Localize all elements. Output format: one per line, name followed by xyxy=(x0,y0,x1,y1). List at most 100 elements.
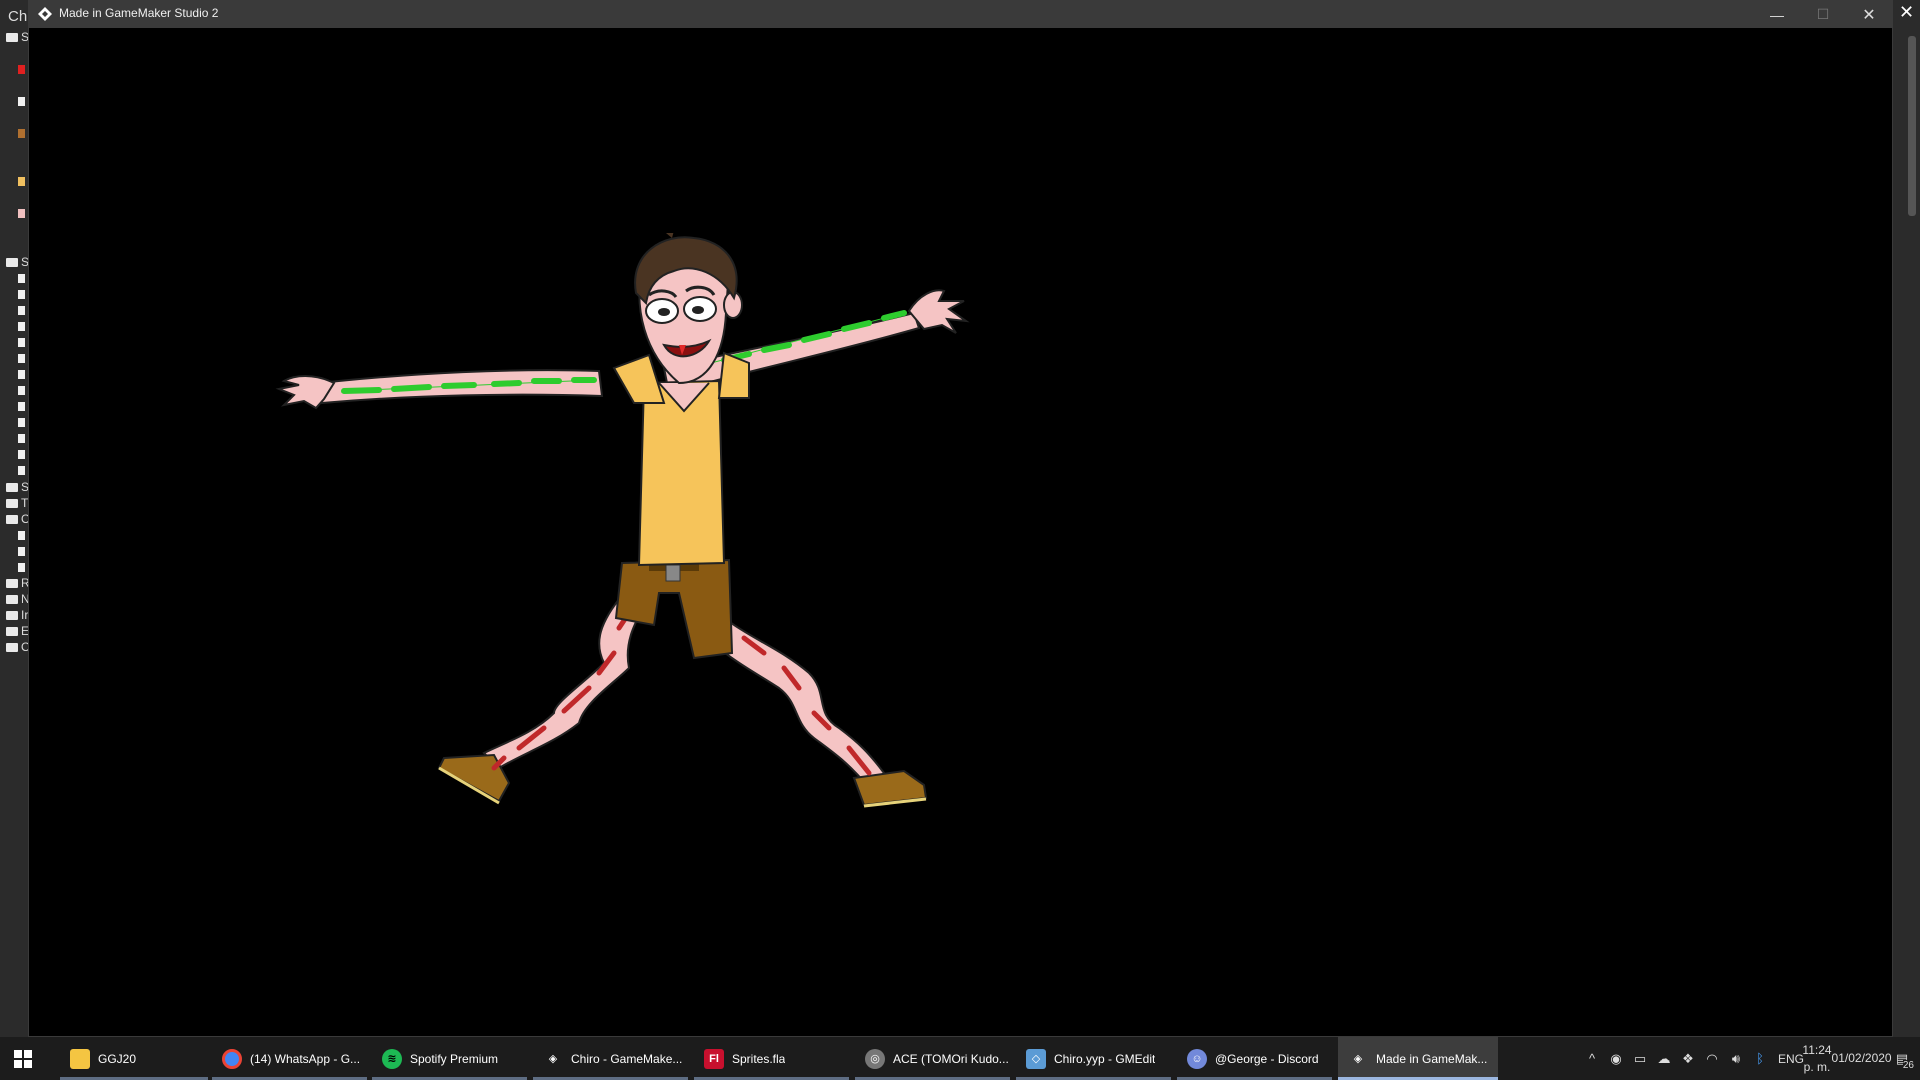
bluetooth-icon[interactable]: ᛒ xyxy=(1748,1037,1772,1080)
game-window: Made in GameMaker Studio 2 — ☐ ✕ xyxy=(28,0,1893,1037)
spotify-icon: ≋ xyxy=(382,1048,402,1069)
taskbar-item-gmedit[interactable]: ◇ Chiro.yyp - GMEdit xyxy=(1016,1037,1171,1080)
taskbar-item-spotify[interactable]: ≋ Spotify Premium xyxy=(372,1037,527,1080)
tree-folder[interactable]: S xyxy=(4,30,29,44)
tree-folder[interactable]: R xyxy=(4,576,30,590)
background-ide-panel: Ch S S S T O R N Ir E O xyxy=(0,0,30,1037)
tree-folder[interactable]: N xyxy=(4,592,30,606)
folder-icon xyxy=(6,515,18,524)
tree-item[interactable] xyxy=(4,303,28,317)
dropbox-icon[interactable]: ❖ xyxy=(1676,1037,1700,1080)
clock[interactable]: 11:24 p. m. 01/02/2020 xyxy=(1802,1037,1891,1080)
notification-count: 26 xyxy=(1902,1060,1914,1071)
file-icon xyxy=(18,97,25,106)
battery-icon[interactable]: ▭ xyxy=(1628,1037,1652,1080)
sprite-icon xyxy=(18,65,25,74)
game-canvas[interactable] xyxy=(29,28,1892,1036)
taskbar-item-chiro-gamemaker[interactable]: ◈ Chiro - GameMake... xyxy=(533,1037,688,1080)
sprite-icon xyxy=(18,129,25,138)
gamemaker-icon xyxy=(38,7,52,21)
folder-icon xyxy=(70,1048,90,1069)
tree-folder[interactable]: Ir xyxy=(4,608,28,622)
tree-item[interactable] xyxy=(4,126,28,140)
taskbar-item-ace[interactable]: ◎ ACE (TOMOri Kudo... xyxy=(855,1037,1010,1080)
background-close-icon[interactable]: ✕ xyxy=(1899,2,1914,23)
character-sprite xyxy=(275,233,970,808)
start-button[interactable] xyxy=(0,1037,46,1080)
file-icon xyxy=(18,306,25,315)
tree-item[interactable] xyxy=(4,351,28,365)
folder-icon xyxy=(6,579,18,588)
clock-time: 11:24 p. m. xyxy=(1802,1042,1832,1074)
tree-folder[interactable]: S xyxy=(4,255,29,269)
tree-item[interactable] xyxy=(4,62,28,76)
tree-item[interactable] xyxy=(4,335,28,349)
file-icon xyxy=(18,450,25,459)
tree-item[interactable] xyxy=(4,399,28,413)
tree-item[interactable] xyxy=(4,383,28,397)
tree-item[interactable] xyxy=(4,415,28,429)
ide-title-fragment: Ch xyxy=(8,8,28,25)
file-icon xyxy=(18,274,25,283)
tree-folder[interactable]: E xyxy=(4,624,29,638)
taskbar-item-discord[interactable]: ☺ @George - Discord xyxy=(1177,1037,1332,1080)
taskbar-item-made-in-gamemaker[interactable]: ◈ Made in GameMak... xyxy=(1338,1037,1498,1080)
window-title: Made in GameMaker Studio 2 xyxy=(59,6,219,20)
tree-item[interactable] xyxy=(4,431,28,445)
tree-folder[interactable]: T xyxy=(4,496,28,510)
tree-item[interactable] xyxy=(4,174,28,188)
window-titlebar[interactable]: Made in GameMaker Studio 2 — ☐ ✕ xyxy=(29,1,1892,28)
onedrive-icon[interactable]: ☁ xyxy=(1652,1037,1676,1080)
tree-item[interactable] xyxy=(4,544,28,558)
system-tray: ^ ◉ ▭ ☁ ❖ ◠ 🔊︎ ᛒ ENG 11:24 p. m. 01/02/2… xyxy=(1580,1037,1920,1080)
folder-icon xyxy=(6,627,18,636)
chrome-icon xyxy=(222,1048,242,1069)
sprite-icon xyxy=(18,209,25,218)
file-icon xyxy=(18,354,25,363)
taskbar-item-whatsapp[interactable]: (14) WhatsApp - G... xyxy=(212,1037,367,1080)
tree-folder[interactable]: O xyxy=(4,640,30,654)
shorts xyxy=(614,558,734,660)
tree-folder[interactable]: S xyxy=(4,480,29,494)
desktop: Ch S S S T O R N Ir E O ✕ Made in GameMa… xyxy=(0,0,1920,1080)
clock-date: 01/02/2020 xyxy=(1831,1051,1892,1065)
flash-icon: Fl xyxy=(704,1048,724,1069)
folder-icon xyxy=(6,258,18,267)
volume-icon[interactable]: 🔊︎ xyxy=(1724,1037,1748,1080)
folder-icon xyxy=(6,595,18,604)
shirt xyxy=(612,351,750,567)
file-icon xyxy=(18,434,25,443)
maximize-button[interactable]: ☐ xyxy=(1800,1,1846,28)
taskbar-item-ggj20[interactable]: GGJ20 xyxy=(60,1037,208,1080)
tree-item[interactable] xyxy=(4,94,28,108)
tree-item[interactable] xyxy=(4,447,28,461)
file-icon xyxy=(18,402,25,411)
tree-item[interactable] xyxy=(4,560,28,574)
left-leg xyxy=(437,591,651,805)
tree-item[interactable] xyxy=(4,206,28,220)
background-ide-right: ✕ xyxy=(1893,0,1920,1037)
folder-icon xyxy=(6,499,18,508)
tree-item[interactable] xyxy=(4,528,28,542)
notification-center-button[interactable]: ▤ 26 xyxy=(1884,1037,1920,1080)
tree-item[interactable] xyxy=(4,319,28,333)
close-button[interactable]: ✕ xyxy=(1846,1,1892,28)
wifi-icon[interactable]: ◠ xyxy=(1700,1037,1724,1080)
left-arm xyxy=(275,369,604,410)
tree-item[interactable] xyxy=(4,271,28,285)
folder-icon xyxy=(6,643,18,652)
taskbar-item-sprites-fla[interactable]: Fl Sprites.fla xyxy=(694,1037,849,1080)
show-hidden-icons-chevron-icon[interactable]: ^ xyxy=(1580,1037,1604,1080)
discord-icon: ☺ xyxy=(1187,1048,1207,1069)
tree-item[interactable] xyxy=(4,287,28,301)
file-icon xyxy=(18,563,25,572)
scrollbar-thumb[interactable] xyxy=(1908,36,1916,216)
gamemaker-icon: ◈ xyxy=(548,1053,558,1065)
file-icon xyxy=(18,531,25,540)
tree-item[interactable] xyxy=(4,463,28,477)
file-icon xyxy=(18,322,25,331)
tree-item[interactable] xyxy=(4,367,28,381)
app-tray-icon[interactable]: ◉ xyxy=(1604,1037,1628,1080)
minimize-button[interactable]: — xyxy=(1754,1,1800,28)
tree-folder[interactable]: O xyxy=(4,512,30,526)
